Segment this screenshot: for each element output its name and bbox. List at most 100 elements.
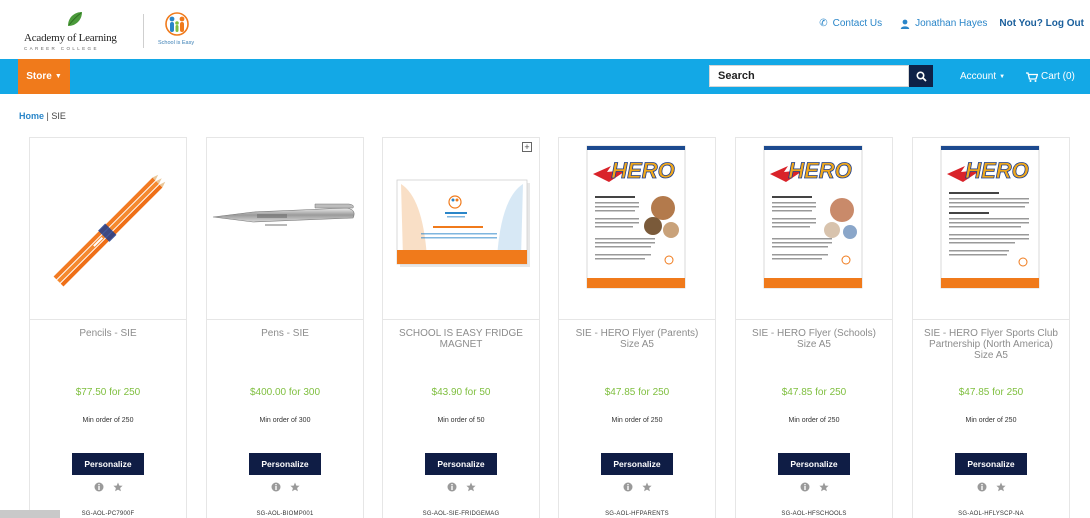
user-name-link[interactable]: Jonathan Hayes [915,18,987,29]
personalize-button[interactable]: Personalize [601,453,673,475]
product-price: $43.90 for 50 [431,387,491,398]
svg-text:HERO: HERO [611,158,675,183]
product-card: Pens - SIE $400.00 for 300 Min order of … [206,137,364,518]
product-image[interactable]: HERO [913,138,1069,320]
leaf-icon [68,12,82,26]
phone-icon: ✆ [819,18,828,29]
info-icon[interactable] [447,482,457,492]
product-min-order: Min order of 50 [437,417,485,424]
star-icon[interactable] [112,482,123,492]
product-min-order: Min order of 300 [259,417,311,424]
search-button[interactable] [909,65,933,87]
expand-icon[interactable]: + [522,142,532,152]
search-input[interactable] [709,65,909,87]
site-header: Academy of Learning CAREER COLLEGE Schoo… [0,0,1090,58]
caret-down-icon: ▼ [999,73,1006,80]
product-card: + SCHOOL IS EASY FRIDGE MAGNET $43.90 fo… [382,137,540,518]
product-title[interactable]: Pencils - SIE [36,328,180,339]
personalize-button[interactable]: Personalize [72,453,144,475]
main-nav: Store ▼ Account ▼ Cart (0) [0,59,1090,94]
star-icon[interactable] [289,482,300,492]
cart-link[interactable]: Cart (0) [1026,59,1075,94]
product-title[interactable]: SIE - HERO Flyer Sports Club Partnership… [919,328,1063,361]
product-price: $47.85 for 250 [958,387,1024,398]
product-actions [913,482,1069,492]
breadcrumb: Home | SIE [19,111,66,121]
product-title[interactable]: Pens - SIE [213,328,357,339]
product-image[interactable] [30,138,186,320]
product-card: HERO SIE - HERO Flyer (Schools) Size A5 … [735,137,893,518]
product-min-order: Min order of 250 [788,417,840,424]
product-title[interactable]: SCHOOL IS EASY FRIDGE MAGNET [389,328,533,350]
top-links: ✆ Contact Us Jonathan Hayes Not You? Log… [819,18,1084,29]
store-menu-button[interactable]: Store ▼ [18,59,70,94]
product-card: HERO SIE - HERO Flyer Sports Club Partne… [912,137,1070,518]
star-icon[interactable] [641,482,652,492]
family-icon [165,12,189,36]
svg-text:HERO: HERO [788,158,852,183]
product-card: Pencils - SIE $77.50 for 250 Min order o… [29,137,187,518]
product-image[interactable]: HERO [559,138,715,320]
academy-of-learning-logo[interactable]: Academy of Learning CAREER COLLEGE [22,10,134,52]
hero-flyer-image: HERO [586,145,686,289]
brand-tagline: CAREER COLLEGE [24,46,99,51]
breadcrumb-current: SIE [51,111,66,121]
info-icon[interactable] [271,482,281,492]
product-title[interactable]: SIE - HERO Flyer (Schools) Size A5 [742,328,886,350]
product-actions [30,482,186,492]
cart-icon [1026,71,1038,82]
product-card: HERO SIE - HERO Flyer (Parents) Size A5 … [558,137,716,518]
product-price: $47.85 for 250 [604,387,670,398]
pen-image [212,203,355,226]
overlay-strip [0,510,60,518]
pencils-image [53,174,166,287]
user-icon [900,19,910,29]
star-icon[interactable] [818,482,829,492]
brand-name: Academy of Learning [24,32,117,44]
contact-us-link[interactable]: Contact Us [833,18,882,29]
star-icon[interactable] [465,482,476,492]
product-sku: SG-AOL-HFLYSCP-NA [958,511,1024,517]
product-price: $77.50 for 250 [75,387,141,398]
svg-text:HERO: HERO [965,158,1029,183]
product-sku: SG-AOL-HFSCHOOLS [781,511,847,517]
product-price: $47.85 for 250 [781,387,847,398]
product-min-order: Min order of 250 [82,417,134,424]
product-actions [559,482,715,492]
product-image[interactable]: + [383,138,539,320]
product-actions [736,482,892,492]
info-icon[interactable] [623,482,633,492]
product-image[interactable]: HERO [736,138,892,320]
product-min-order: Min order of 250 [965,417,1017,424]
personalize-button[interactable]: Personalize [425,453,497,475]
product-title[interactable]: SIE - HERO Flyer (Parents) Size A5 [565,328,709,350]
account-label: Account [960,71,997,82]
magnet-image [396,179,530,267]
school-is-easy-logo[interactable]: School is Easy [154,10,200,52]
personalize-button[interactable]: Personalize [778,453,850,475]
caret-down-icon: ▼ [54,73,62,80]
cart-label: Cart (0) [1041,71,1075,82]
search-icon [915,70,927,82]
star-icon[interactable] [995,482,1006,492]
product-actions [383,482,539,492]
info-icon[interactable] [977,482,987,492]
product-image[interactable] [207,138,363,320]
hero-flyer-image: HERO [940,145,1040,289]
product-actions [207,482,363,492]
product-price: $400.00 for 300 [249,387,321,398]
info-icon[interactable] [800,482,810,492]
info-icon[interactable] [94,482,104,492]
product-sku: SG-AOL-BIOMP001 [256,511,314,517]
product-sku: SG-AOL-SIE-FRIDGEMAG [422,511,500,517]
personalize-button[interactable]: Personalize [249,453,321,475]
store-label: Store [26,71,52,82]
logout-link[interactable]: Not You? Log Out [999,18,1084,29]
logo-divider [143,14,144,48]
personalize-button[interactable]: Personalize [955,453,1027,475]
hero-flyer-image: HERO [763,145,863,289]
breadcrumb-home[interactable]: Home [19,111,44,121]
partner-caption: School is Easy [158,40,195,46]
product-sku: SG-AOL-HFPARENTS [605,511,669,517]
account-menu[interactable]: Account ▼ [960,59,1005,94]
